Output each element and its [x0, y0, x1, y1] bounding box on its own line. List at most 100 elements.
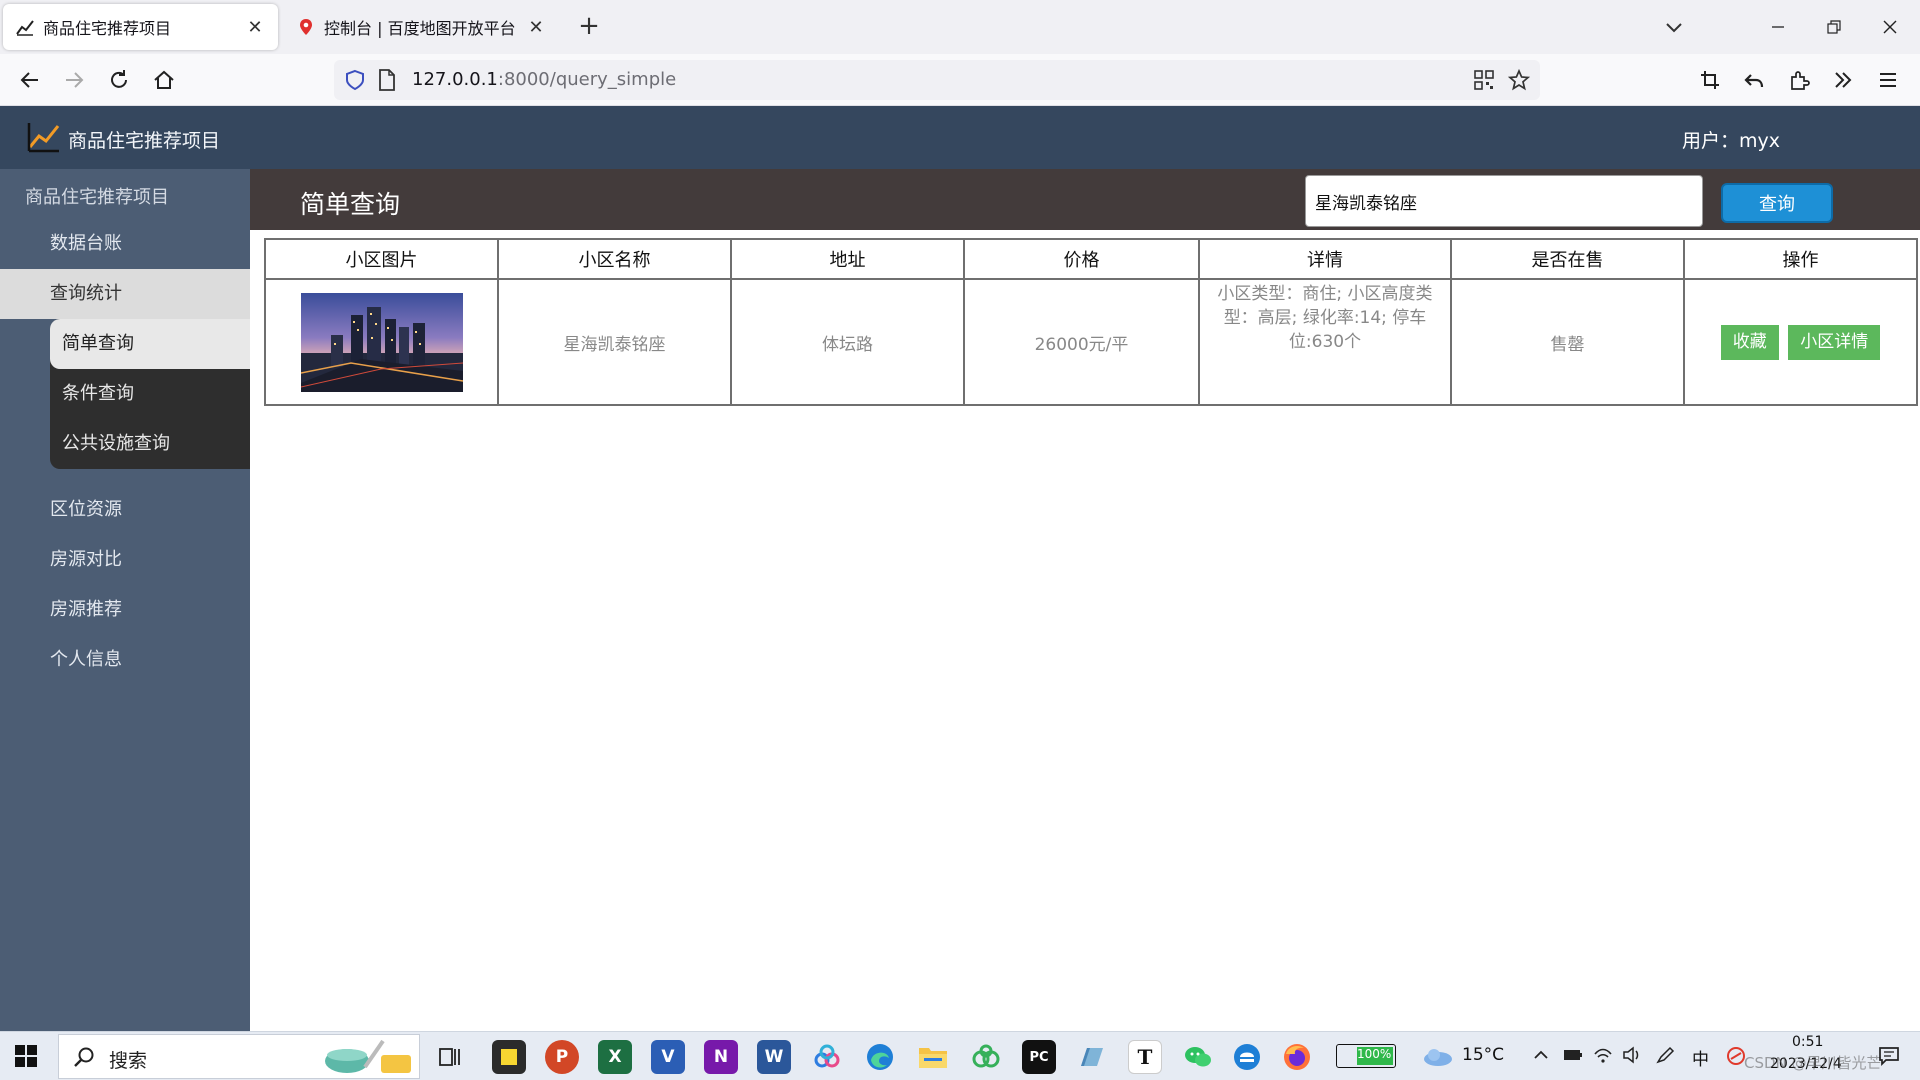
chart-trend-icon — [15, 17, 35, 37]
tab-title: 控制台 | 百度地图开放平台 — [324, 19, 516, 38]
sidebar-item-location[interactable]: 区位资源 — [0, 485, 250, 535]
taskbar-search[interactable]: 搜索 — [58, 1034, 420, 1079]
cell-price: 26000元/平 — [963, 278, 1200, 406]
cell-details: 小区类型：商住; 小区高度类型：高层; 绿化率:14; 停车位:630个 — [1198, 278, 1452, 406]
close-icon[interactable]: ✕ — [244, 16, 266, 38]
column-header: 小区图片 — [264, 238, 499, 280]
back-arrow-icon[interactable] — [14, 64, 46, 96]
qr-code-icon[interactable] — [1474, 70, 1494, 94]
app-title[interactable]: 商品住宅推荐项目 — [68, 126, 220, 153]
firefox-icon[interactable] — [1280, 1040, 1314, 1074]
notification-icon[interactable] — [1878, 1045, 1900, 1071]
favorite-button[interactable]: 收藏 — [1720, 324, 1779, 360]
app-header: 商品住宅推荐项目 用户：myx — [0, 106, 1920, 169]
sidebar-item-recommend[interactable]: 房源推荐 — [0, 585, 250, 635]
tab-baidu-map[interactable]: 控制台 | 百度地图开放平台 ✕ — [284, 4, 559, 50]
cell-name: 星海凯泰铭座 — [497, 278, 732, 406]
wifi-icon[interactable] — [1593, 1046, 1613, 1068]
sidebar-item-compare[interactable]: 房源对比 — [0, 535, 250, 585]
table-row: 星海凯泰铭座 体坛路 26000元/平 小区类型：商住; 小区高度类型：高层; … — [264, 278, 1918, 406]
sidebar-item-profile[interactable]: 个人信息 — [0, 635, 250, 685]
notes-app-icon[interactable] — [1075, 1040, 1109, 1074]
results-table: 小区图片 小区名称 地址 价格 详情 是否在售 操作 星海凯泰铭座 体坛路 26… — [264, 238, 1918, 406]
edge-icon[interactable] — [863, 1040, 897, 1074]
close-window-button[interactable] — [1868, 8, 1912, 46]
sidebar-subitem-condition-query[interactable]: 条件查询 — [50, 369, 250, 419]
page-title: 简单查询 — [300, 190, 401, 219]
column-header: 是否在售 — [1450, 238, 1685, 280]
watermark: CSDN @早川皆光芒 — [1744, 1054, 1882, 1072]
sidebar-root-label[interactable]: 商品住宅推荐项目 — [25, 183, 169, 209]
baidu-netdisk-icon[interactable] — [969, 1040, 1003, 1074]
onenote-icon[interactable]: N — [704, 1040, 738, 1074]
column-header: 价格 — [963, 238, 1200, 280]
excel-icon[interactable]: X — [598, 1040, 632, 1074]
ie-browser-icon[interactable] — [1230, 1040, 1264, 1074]
address-bar[interactable]: 127.0.0.1:8000/query_simple — [334, 60, 1540, 100]
typora-icon[interactable]: T — [1128, 1040, 1162, 1074]
chevron-down-icon[interactable] — [1660, 14, 1688, 42]
restore-button[interactable] — [1812, 8, 1856, 46]
cloud-app-icon[interactable] — [810, 1040, 844, 1074]
sidebar-item-query-stats[interactable]: 查询统计 — [0, 269, 250, 319]
browser-nav-bar: 127.0.0.1:8000/query_simple — [0, 54, 1920, 106]
pycharm-icon[interactable]: PC — [1022, 1040, 1056, 1074]
map-pin-icon — [296, 17, 316, 37]
community-detail-button[interactable]: 小区详情 — [1788, 324, 1881, 360]
taskbar: 搜索 P X V N W PC T 100% 15°C 中 0:51 2023/… — [0, 1031, 1920, 1080]
column-header: 小区名称 — [497, 238, 732, 280]
antivirus-icon[interactable] — [1726, 1046, 1746, 1070]
tab-project[interactable]: 商品住宅推荐项目 ✕ — [3, 4, 278, 50]
column-header: 详情 — [1198, 238, 1452, 280]
forward-arrow-icon[interactable] — [58, 64, 90, 96]
browser-tab-bar: 商品住宅推荐项目 ✕ 控制台 | 百度地图开放平台 ✕ + — [0, 0, 1920, 54]
cell-address: 体坛路 — [730, 278, 965, 406]
sticky-notes-icon[interactable] — [492, 1040, 526, 1074]
search-icon — [74, 1047, 94, 1067]
close-icon[interactable]: ✕ — [525, 16, 547, 38]
clock-time[interactable]: 0:51 — [1792, 1034, 1823, 1050]
chevron-up-icon[interactable] — [1532, 1046, 1550, 1068]
extensions-icon[interactable] — [1783, 64, 1815, 96]
user-label: 用户：myx — [1682, 130, 1780, 152]
sidebar-subitem-simple-query[interactable]: 简单查询 — [50, 319, 250, 369]
crop-icon[interactable] — [1694, 64, 1726, 96]
weather-temperature[interactable]: 15°C — [1462, 1045, 1504, 1065]
search-input[interactable] — [1305, 175, 1703, 227]
wechat-icon[interactable] — [1181, 1040, 1215, 1074]
undo-icon[interactable] — [1738, 64, 1770, 96]
battery-indicator[interactable]: 100% — [1336, 1044, 1396, 1068]
cloud-weather-icon — [1424, 1049, 1452, 1066]
query-button[interactable]: 查询 — [1721, 183, 1833, 223]
task-view-icon[interactable] — [433, 1040, 467, 1074]
battery-icon[interactable] — [1563, 1046, 1583, 1068]
shield-icon[interactable] — [344, 69, 366, 95]
pen-icon[interactable] — [1656, 1046, 1676, 1068]
chart-trend-icon — [27, 123, 60, 153]
reload-icon[interactable] — [103, 64, 135, 96]
home-icon[interactable] — [148, 64, 180, 96]
speaker-icon[interactable] — [1622, 1046, 1642, 1068]
column-header: 地址 — [730, 238, 965, 280]
windows-start-icon[interactable] — [14, 1044, 38, 1068]
visio-icon[interactable]: V — [651, 1040, 685, 1074]
column-header: 操作 — [1683, 238, 1918, 280]
page-icon — [378, 69, 396, 95]
powerpoint-icon[interactable]: P — [545, 1040, 579, 1074]
minimize-button[interactable] — [1756, 8, 1800, 46]
star-bookmark-icon[interactable] — [1507, 68, 1531, 95]
ime-indicator[interactable]: 中 — [1692, 1045, 1709, 1070]
double-chevron-icon[interactable] — [1827, 64, 1859, 96]
cell-on-sale: 售罄 — [1450, 278, 1685, 406]
cell-actions: 收藏 小区详情 — [1683, 278, 1918, 406]
sidebar-subitem-facility-query[interactable]: 公共设施查询 — [50, 419, 250, 469]
sidebar-item-data-ledger[interactable]: 数据台账 — [0, 219, 250, 269]
word-icon[interactable]: W — [757, 1040, 791, 1074]
battery-percent: 100% — [1357, 1047, 1392, 1061]
url-path: :8000/query_simple — [497, 69, 677, 90]
menu-icon[interactable] — [1872, 64, 1904, 96]
file-explorer-icon[interactable] — [916, 1040, 950, 1074]
new-tab-button[interactable]: + — [574, 12, 604, 42]
table-header-row: 小区图片 小区名称 地址 价格 详情 是否在售 操作 — [264, 238, 1918, 280]
taskbar-search-label: 搜索 — [109, 1050, 148, 1072]
